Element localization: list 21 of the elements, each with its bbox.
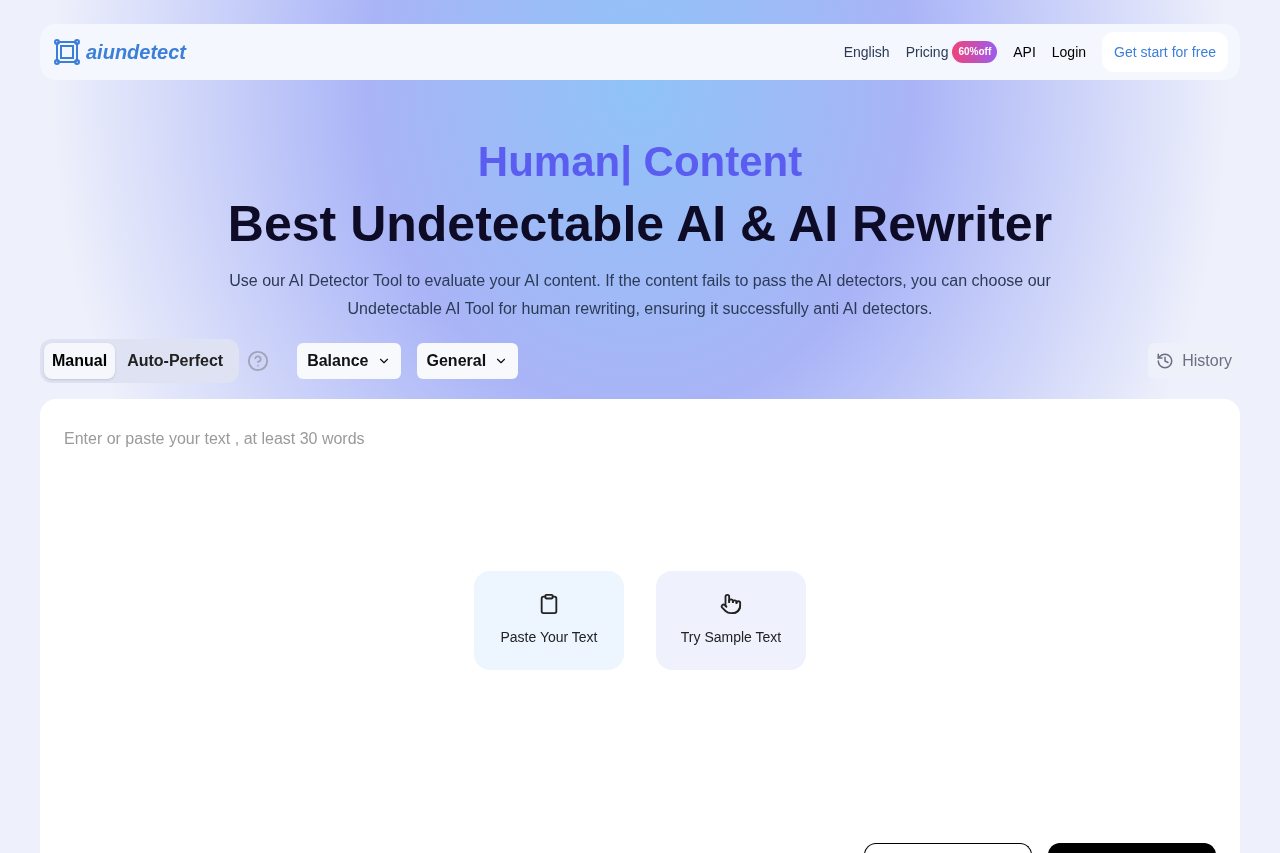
history-icon <box>1156 352 1175 370</box>
paste-text-button[interactable]: Paste Your Text <box>474 571 624 670</box>
hero-description: Use our AI Detector Tool to evaluate your AI content. If the content fails to pass the AI detectors, you can choose our Undetectable AI Tool for human rewriting, ensuring it successfully anti AI detectors. <box>228 271 1052 319</box>
page-title: Best Undetectable AI & AI Rewriter <box>227 194 1053 254</box>
nav-link[interactable]: Login <box>1051 42 1087 62</box>
nav-link[interactable]: English <box>843 42 890 62</box>
logo-text[interactable]: aiundetect <box>86 38 187 66</box>
paste-icon <box>538 593 560 615</box>
pointing-hand-icon <box>720 593 742 615</box>
nav-link[interactable]: Pricing <box>905 42 949 62</box>
text-input-field[interactable]: Enter or paste your text , at least 30 words <box>64 427 664 451</box>
mode-tab[interactable]: Manual <box>44 343 116 379</box>
discount-badge: 60%off <box>952 40 998 64</box>
dropdown-select[interactable]: Balance <box>297 343 401 379</box>
typed-headline: Human| Content <box>477 137 803 188</box>
dropdown-select[interactable]: General <box>416 343 519 379</box>
chip-logo-icon <box>52 37 82 67</box>
nav-link[interactable]: API <box>1013 42 1036 62</box>
get-started-button[interactable]: Get start for free <box>1102 32 1228 72</box>
mode-tab[interactable]: Auto-Perfect <box>115 343 236 379</box>
sample-text-button[interactable]: Try Sample Text <box>656 571 806 670</box>
